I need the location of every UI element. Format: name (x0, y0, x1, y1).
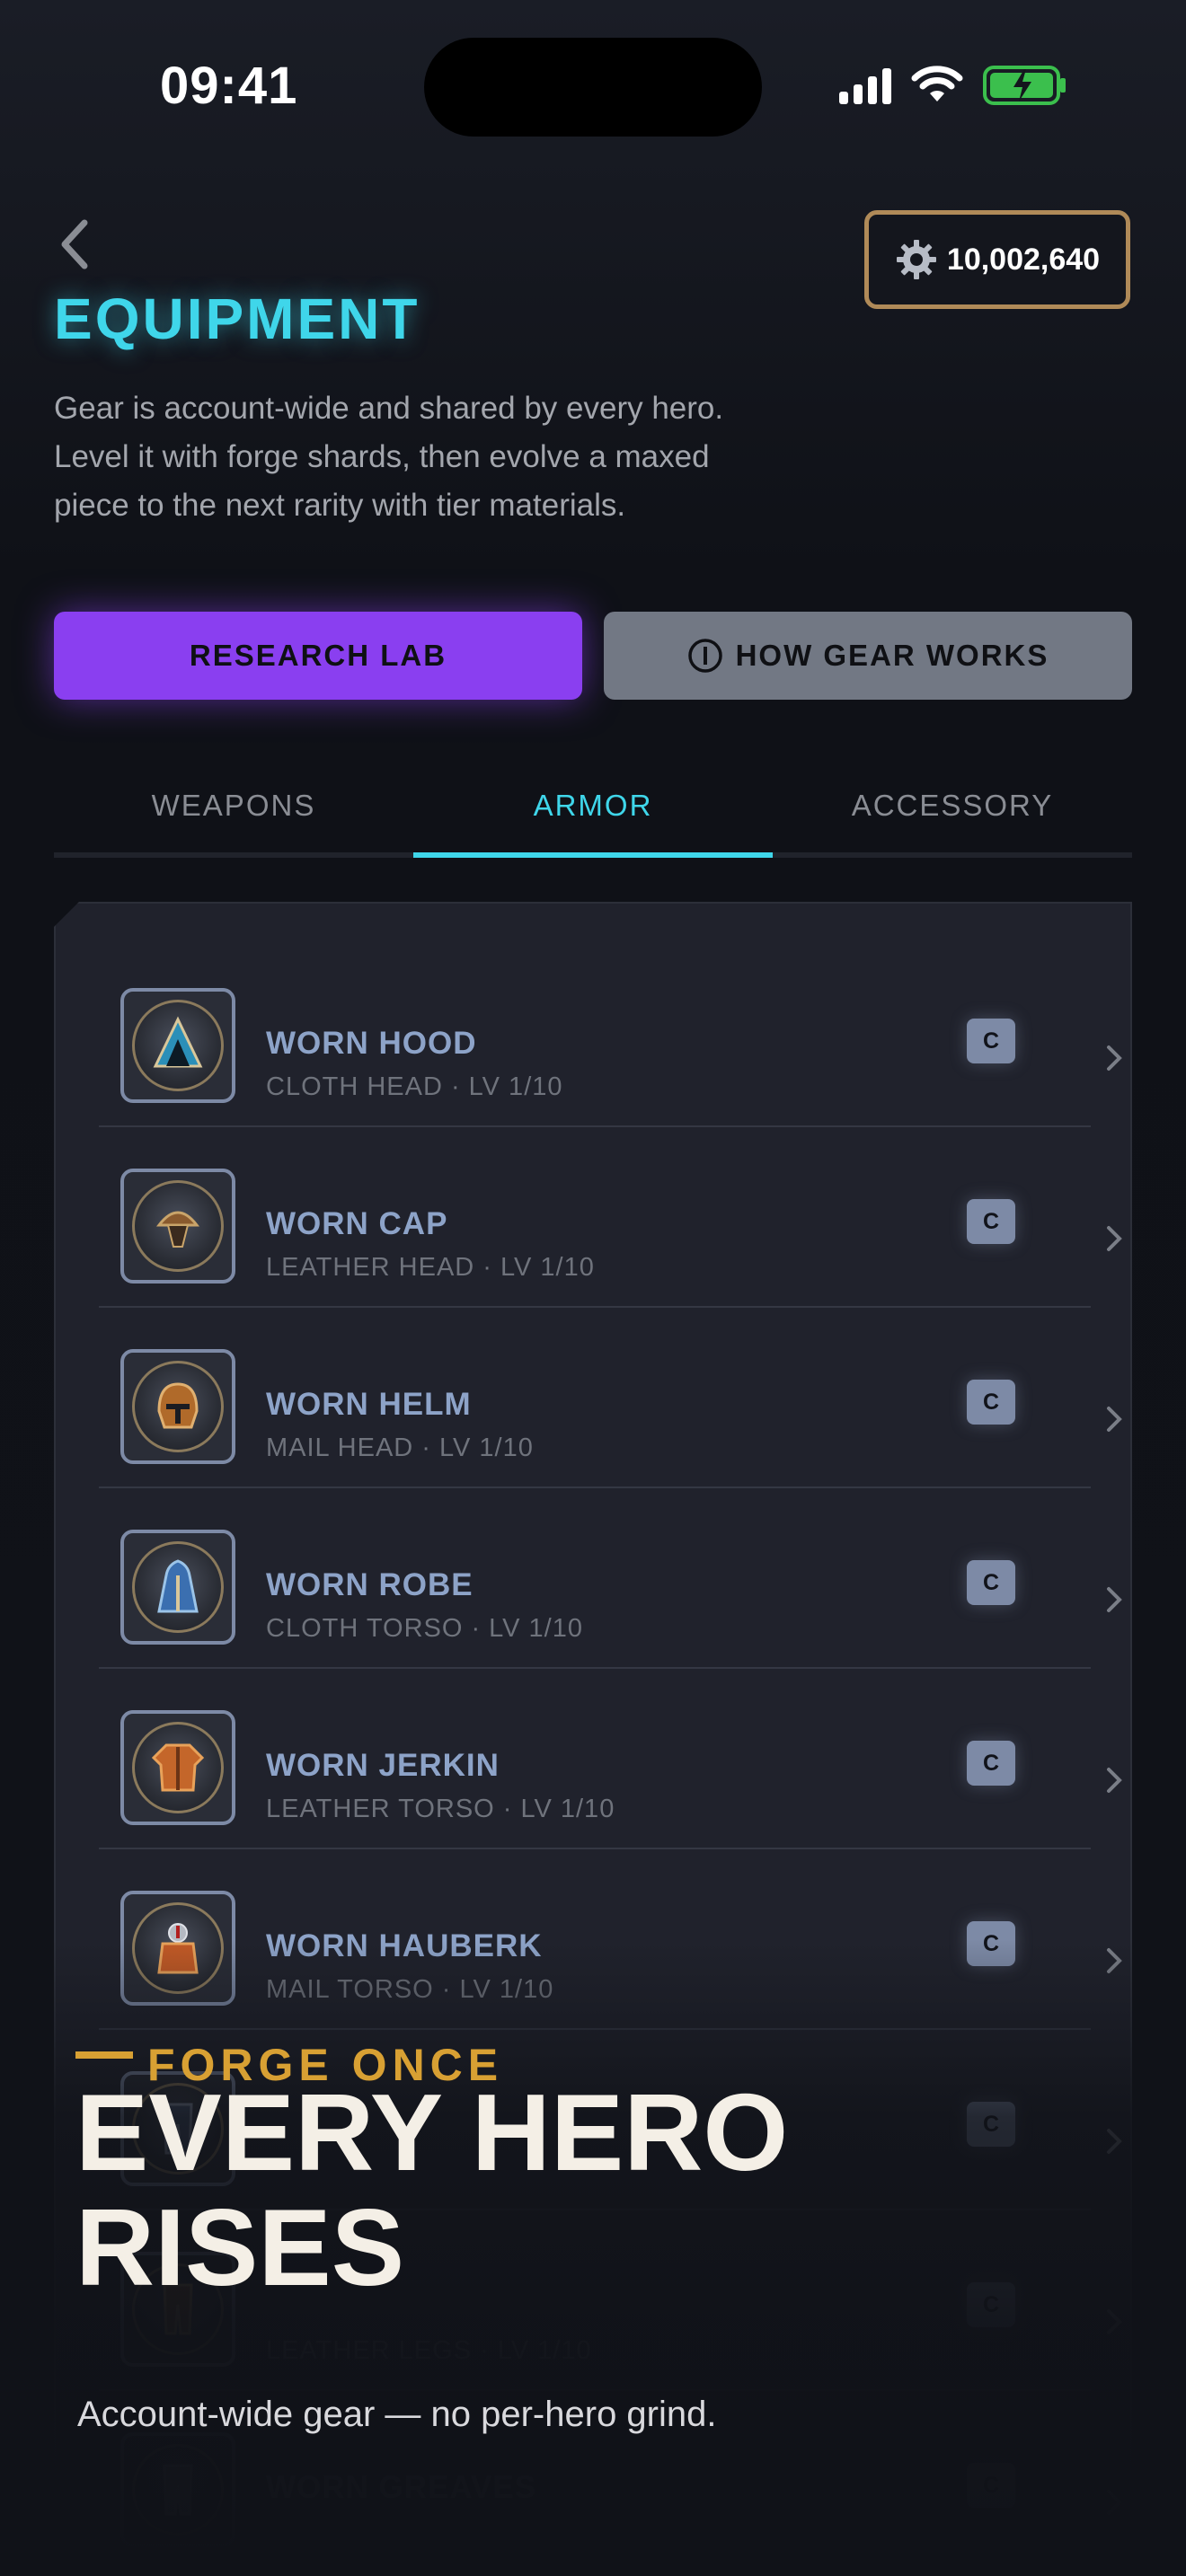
currency-display[interactable]: 10,002,640 (864, 210, 1130, 309)
tab-armor[interactable]: ARMOR (413, 759, 773, 858)
armor-list: WORN HOOD CLOTH HEAD · LV 1/10 C WORN CA… (54, 902, 1132, 2576)
greaves-icon (163, 2464, 193, 2516)
status-icons (839, 63, 1067, 108)
cap-icon (155, 1211, 200, 1248)
item-meta: LEATHER LEGS · LV 1/10 (266, 2336, 592, 2365)
back-button[interactable] (58, 208, 111, 280)
item-thumbnail (120, 1710, 235, 1825)
helm-icon (157, 1382, 199, 1429)
equipment-tabs: WEAPONS ARMOR ACCESSORY (54, 759, 1132, 858)
info-icon (687, 639, 722, 673)
item-thumbnail (120, 1349, 235, 1464)
page-subtitle: Gear is account-wide and shared by every… (54, 391, 724, 523)
list-item[interactable]: WORN CAP LEATHER HEAD · LV 1/10 C (99, 1127, 1122, 1308)
dynamic-island (424, 38, 762, 137)
robe-icon (157, 1559, 199, 1613)
list-item[interactable]: WORN ROBE CLOTH TORSO · LV 1/10 C (99, 1488, 1122, 1669)
item-thumbnail (120, 2432, 235, 2547)
rarity-badge: C (967, 1380, 1015, 1425)
item-name: WORN HAUBERK (266, 1928, 543, 1963)
item-thumbnail (120, 1169, 235, 1284)
rarity-badge: C (967, 1741, 1015, 1786)
wifi-icon (911, 66, 963, 101)
jerkin-icon (151, 1743, 205, 1792)
research-lab-label: RESEARCH LAB (189, 639, 447, 672)
equipment-screen: 09:41 10,002,640 EQUIPMENT Gear is accou… (0, 0, 1186, 2576)
cellular-signal-icon (839, 66, 891, 104)
item-name: WORN HOOD (266, 1026, 477, 1061)
rarity-badge: C (967, 2463, 1015, 2508)
promo-accent-bar (75, 2051, 133, 2059)
hood-icon (153, 1016, 203, 1068)
how-gear-works-button[interactable]: HOW GEAR WORKS (604, 612, 1132, 700)
item-thumbnail (120, 1530, 235, 1645)
item-name: WORN GREAVES (266, 2470, 537, 2505)
chevron-right-icon (1107, 1768, 1122, 1793)
item-name: WORN HELM (266, 1387, 472, 1422)
currency-value: 10,002,640 (946, 242, 1101, 277)
item-thumbnail (120, 988, 235, 1103)
chevron-right-icon (1107, 2309, 1122, 2334)
item-meta: CLOTH TORSO · LV 1/10 (266, 1614, 583, 1643)
hauberk-icon (157, 1923, 199, 1974)
chevron-right-icon (1107, 2490, 1122, 2515)
item-meta: CLOTH HEAD · LV 1/10 (266, 1072, 563, 1101)
item-meta: LEATHER HEAD · LV 1/10 (266, 1253, 595, 1282)
tab-accessory[interactable]: ACCESSORY (773, 759, 1132, 852)
chevron-left-icon (61, 219, 88, 269)
rarity-badge: C (967, 1560, 1015, 1605)
list-item[interactable]: WORN HAUBERK MAIL TORSO · LV 1/10 C (99, 1849, 1122, 2030)
list-item[interactable]: WORN HELM MAIL HEAD · LV 1/10 C (99, 1308, 1122, 1488)
item-meta: MAIL HEAD · LV 1/10 (266, 1434, 534, 1462)
chevron-right-icon (1107, 1226, 1122, 1251)
promo-headline: EVERY HERO RISES (75, 2071, 789, 2308)
tab-weapons[interactable]: WEAPONS (54, 759, 413, 852)
chevron-right-icon (1107, 1407, 1122, 1432)
promo-subtitle: Account-wide gear — no per-hero grind. (77, 2395, 717, 2434)
item-meta: MAIL TORSO · LV 1/10 (266, 1975, 554, 2004)
chevron-right-icon (1107, 1948, 1122, 1973)
item-name: WORN ROBE (266, 1567, 474, 1602)
item-name: WORN JERKIN (266, 1748, 500, 1783)
research-lab-button[interactable]: RESEARCH LAB (54, 612, 582, 700)
rarity-badge: C (967, 1921, 1015, 1966)
how-gear-works-label: HOW GEAR WORKS (735, 639, 1049, 672)
chevron-right-icon (1107, 1045, 1122, 1071)
rarity-badge: C (967, 1199, 1015, 1244)
list-item[interactable]: WORN JERKIN LEATHER TORSO · LV 1/10 C (99, 1669, 1122, 1849)
item-thumbnail (120, 1891, 235, 2006)
chevron-right-icon (1107, 1587, 1122, 1612)
list-item[interactable]: WORN HOOD CLOTH HEAD · LV 1/10 C (99, 947, 1122, 1127)
item-name: WORN CAP (266, 1206, 448, 1241)
item-meta: LEATHER TORSO · LV 1/10 (266, 1795, 615, 1823)
status-time: 09:41 (160, 57, 298, 115)
rarity-badge: C (967, 1019, 1015, 1063)
gear-coin-icon (896, 240, 936, 279)
battery-charging-icon (983, 66, 1066, 105)
page-title: EQUIPMENT (54, 287, 420, 351)
